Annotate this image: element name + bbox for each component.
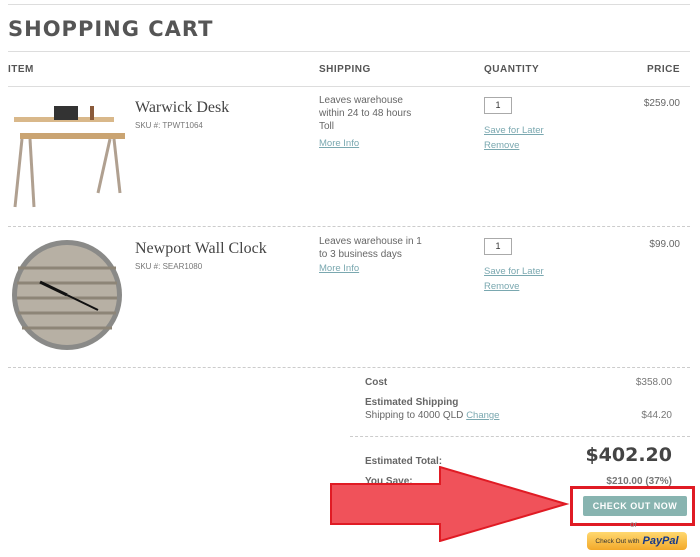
save-for-later-link[interactable]: Save for Later bbox=[484, 125, 544, 136]
more-info-link[interactable]: More Info bbox=[319, 138, 359, 149]
shipping-line: within 24 to 48 hours bbox=[319, 108, 412, 119]
shipping-value: $44.20 bbox=[641, 410, 672, 421]
product-name[interactable]: Newport Wall Clock bbox=[135, 240, 267, 258]
shipping-line: Leaves warehouse bbox=[319, 95, 403, 106]
arrow-annotation bbox=[330, 466, 570, 542]
remove-link[interactable]: Remove bbox=[484, 281, 519, 292]
divider bbox=[350, 436, 690, 437]
product-sku: SKU #: SEAR1080 bbox=[135, 262, 203, 271]
col-quantity: QUANTITY bbox=[484, 64, 540, 75]
shipping-to-text: Shipping to 4000 QLD bbox=[365, 410, 464, 421]
col-shipping: SHIPPING bbox=[319, 64, 371, 75]
item-price: $99.00 bbox=[649, 239, 680, 250]
quantity-input[interactable]: 1 bbox=[484, 97, 512, 114]
save-for-later-link[interactable]: Save for Later bbox=[484, 266, 544, 277]
product-name[interactable]: Warwick Desk bbox=[135, 99, 229, 117]
divider bbox=[8, 51, 690, 52]
item-price: $259.00 bbox=[643, 98, 680, 109]
estimated-shipping-label: Estimated Shipping bbox=[365, 397, 459, 408]
quantity-input[interactable]: 1 bbox=[484, 238, 512, 255]
page-title: SHOPPING CART bbox=[8, 17, 214, 41]
desk-image[interactable] bbox=[10, 103, 125, 209]
change-link[interactable]: Change bbox=[466, 410, 499, 421]
paypal-checkout-button[interactable]: Check Out with PayPal bbox=[587, 532, 687, 550]
shipping-line: Leaves warehouse in 1 bbox=[319, 236, 422, 247]
clock-image[interactable] bbox=[10, 238, 124, 352]
or-text: or bbox=[630, 520, 638, 529]
top-divider bbox=[8, 4, 690, 5]
divider bbox=[8, 367, 690, 368]
more-info-link[interactable]: More Info bbox=[319, 263, 359, 274]
divider bbox=[8, 226, 690, 227]
paypal-logo: PayPal bbox=[642, 535, 679, 547]
col-item: ITEM bbox=[8, 64, 34, 75]
col-price: PRICE bbox=[646, 64, 680, 75]
shipping-info: Leaves warehouse in 1 to 3 business days bbox=[319, 235, 422, 261]
shipping-line: to 3 business days bbox=[319, 249, 402, 260]
cost-value: $358.00 bbox=[635, 377, 672, 388]
remove-link[interactable]: Remove bbox=[484, 140, 519, 151]
divider bbox=[8, 86, 690, 87]
cost-label: Cost bbox=[365, 377, 388, 388]
product-sku: SKU #: TPWT1064 bbox=[135, 121, 203, 130]
shipping-destination: Shipping to 4000 QLD Change bbox=[365, 409, 499, 422]
paypal-prefix: Check Out with bbox=[595, 537, 640, 545]
shipping-line: Toll bbox=[319, 121, 335, 132]
shipping-info: Leaves warehouse within 24 to 48 hours T… bbox=[319, 94, 411, 133]
total-value: $402.20 bbox=[585, 444, 672, 466]
